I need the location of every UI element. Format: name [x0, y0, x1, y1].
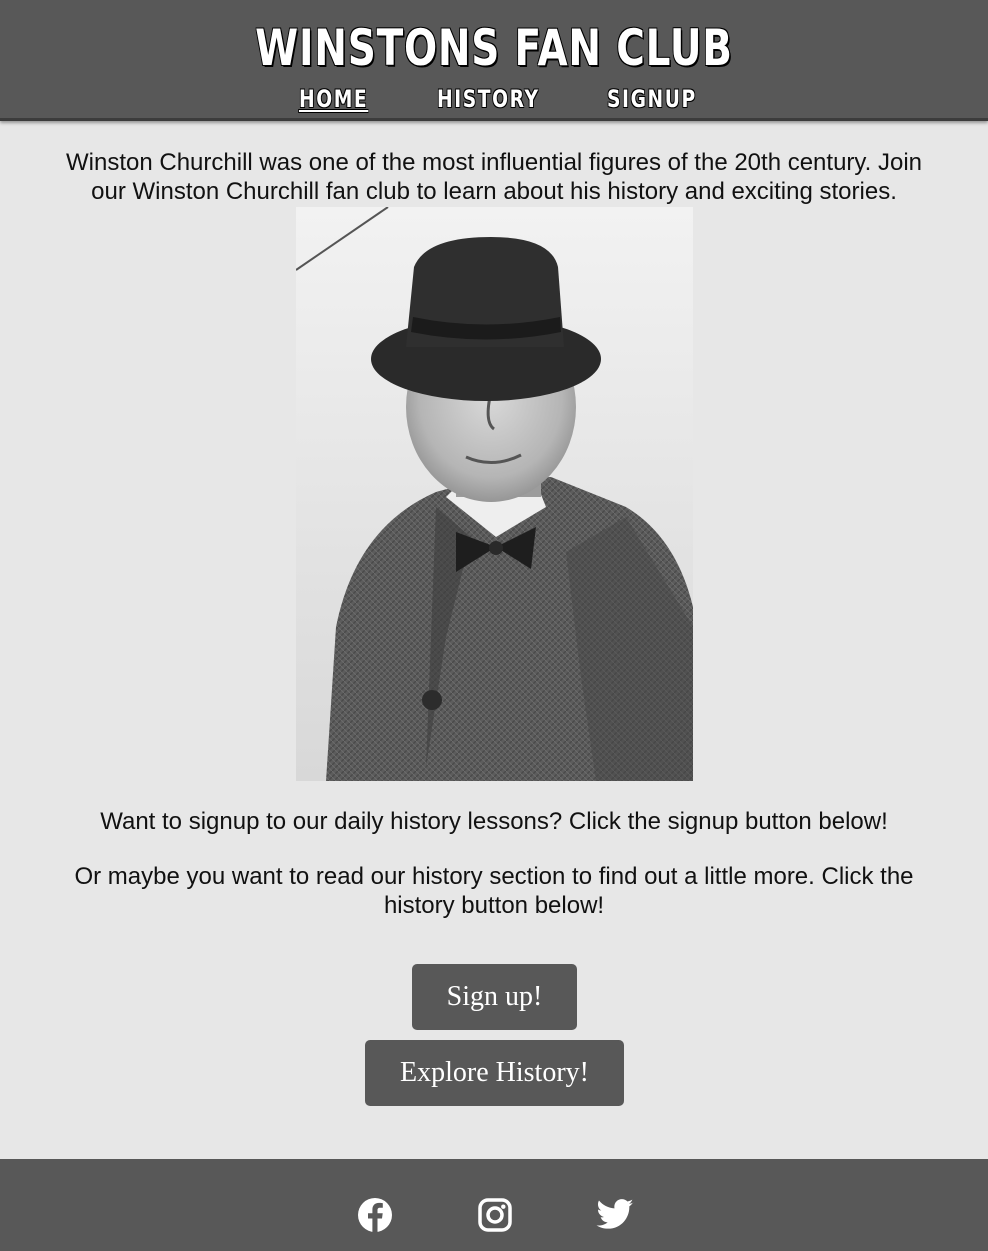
nav-link-history[interactable]: HISTORY [437, 84, 540, 114]
signup-button[interactable]: Sign up! [412, 964, 577, 1030]
nav-link-home[interactable]: HOME [299, 84, 368, 114]
history-prompt-text: Or maybe you want to read our history se… [74, 863, 914, 919]
signup-prompt-text: Want to signup to our daily history less… [100, 808, 888, 835]
site-header: WINSTONS FAN CLUB HOME HISTORY SIGNUP [0, 0, 988, 121]
facebook-icon[interactable] [355, 1195, 395, 1235]
twitter-icon[interactable] [595, 1195, 635, 1235]
site-title: WINSTONS FAN CLUB [255, 19, 733, 77]
instagram-icon[interactable] [475, 1195, 515, 1235]
intro-text: Winston Churchill was one of the most in… [66, 149, 922, 205]
nav-link-signup[interactable]: SIGNUP [607, 84, 697, 114]
churchill-portrait-image [296, 207, 693, 781]
explore-history-button[interactable]: Explore History! [365, 1040, 624, 1106]
site-footer [0, 1159, 988, 1251]
main-nav: HOME HISTORY SIGNUP [0, 84, 988, 114]
